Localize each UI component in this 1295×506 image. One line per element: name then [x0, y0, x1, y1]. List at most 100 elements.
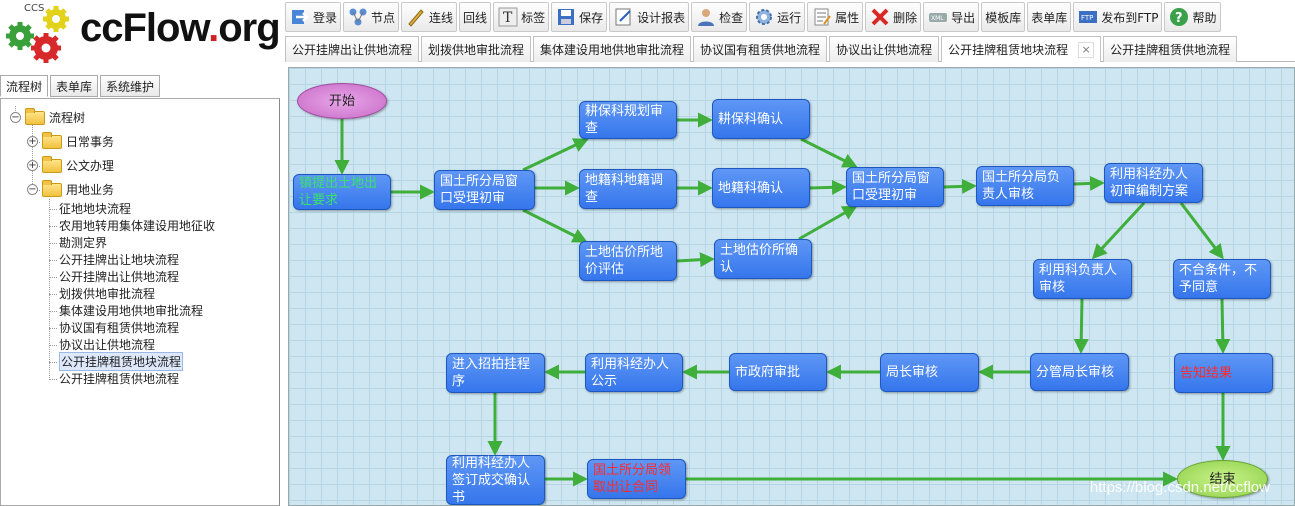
- flow-node-n4[interactable]: 耕保科确认: [712, 99, 810, 139]
- flow-edge-n11-n12[interactable]: [1091, 201, 1146, 260]
- flow-node-n14[interactable]: 分管局长审核: [1030, 353, 1129, 391]
- tree-leaf-label: 征地地块流程: [59, 202, 132, 216]
- flow-node-n10[interactable]: 国土所分局负责人审核: [976, 166, 1074, 206]
- expand-toggle-icon[interactable]: −: [10, 112, 21, 123]
- tree-leaf-label: 公开挂牌租赁供地流程: [59, 372, 180, 386]
- flow-edge-n10-n11[interactable]: [1073, 175, 1105, 191]
- document-tab[interactable]: 协议出让供地流程: [829, 36, 940, 62]
- document-tab[interactable]: 协议国有租赁供地流程: [693, 36, 828, 62]
- document-tab[interactable]: 公开挂牌租赁地块流程 ×: [941, 36, 1102, 62]
- toolbar-export-button[interactable]: XML 导出: [923, 2, 980, 32]
- tree-leaf-flow[interactable]: 农用地转用集体建设用地征收: [59, 217, 215, 234]
- document-tab[interactable]: 划拨供地审批流程: [421, 36, 532, 62]
- flow-edge-n12-n14[interactable]: [1073, 298, 1089, 354]
- flow-node-n20[interactable]: 利用科经办人签订成交确认书: [446, 455, 545, 505]
- flow-node-n9[interactable]: 国土所分局窗口受理初审: [846, 167, 944, 207]
- flow-node-n12[interactable]: 利用科负责人审核: [1033, 259, 1132, 299]
- flow-node-n3[interactable]: 耕保科规划审查: [579, 101, 677, 139]
- tree-root-node[interactable]: − 流程树: [10, 107, 85, 126]
- flow-edge-n2-n7[interactable]: [522, 208, 588, 243]
- tree-folder-node[interactable]: + 公文办理: [27, 155, 115, 174]
- left-tab[interactable]: 表单库: [50, 75, 99, 97]
- flow-node-n21[interactable]: 国土所分局领取出让合同: [587, 459, 686, 499]
- node-icon: [347, 6, 369, 28]
- flow-node-n6[interactable]: 地籍科确认: [712, 168, 810, 208]
- toolbar-button-label: 发布到FTP: [1101, 10, 1159, 25]
- tree-leaf-label: 公开挂牌出让地块流程: [59, 253, 180, 267]
- flow-node-n18[interactable]: 利用科经办人公示: [585, 353, 683, 392]
- flow-edge-n8-n9[interactable]: [798, 205, 858, 241]
- document-tab-label: 公开挂牌出让供地流程: [292, 43, 413, 57]
- flow-edge-n2-n3[interactable]: [522, 138, 589, 172]
- tree-leaf-label: 协议国有租赁供地流程: [59, 321, 180, 335]
- left-tab[interactable]: 系统维护: [100, 75, 161, 97]
- tree-node-label: 日常事务: [66, 135, 115, 149]
- expand-toggle-icon[interactable]: +: [27, 136, 38, 147]
- flow-node-n17[interactable]: 市政府审批: [729, 353, 827, 391]
- flow-edge-n7-n8[interactable]: [676, 252, 715, 268]
- folder-icon: [42, 179, 62, 197]
- document-tab[interactable]: 公开挂牌租赁供地流程: [1103, 36, 1238, 62]
- tree-leaf-flow[interactable]: 公开挂牌出让地块流程: [59, 251, 179, 268]
- flow-edge-n11-n13[interactable]: [1179, 202, 1224, 260]
- toolbar-back-button[interactable]: 回线: [459, 2, 492, 32]
- toolbar-save-button[interactable]: 保存: [551, 2, 608, 32]
- toolbar-ftp-button[interactable]: FTP 发布到FTP: [1073, 2, 1163, 32]
- text-label-icon: T: [497, 6, 519, 28]
- toolbar-tmpl-button[interactable]: 模板库: [981, 2, 1026, 32]
- flow-node-n1[interactable]: 镇提出土地出让要求: [293, 174, 391, 210]
- pencil-line-icon: [405, 6, 427, 28]
- toolbar-design-button[interactable]: 设计报表: [609, 2, 690, 32]
- tree-leaf-flow[interactable]: 集体建设用地供地审批流程: [59, 302, 203, 319]
- toolbar-login-button[interactable]: 登录: [285, 2, 342, 32]
- flow-node-n13[interactable]: 不合条件，不予同意: [1173, 259, 1271, 299]
- toolbar-node-button[interactable]: 节点: [343, 2, 400, 32]
- flow-node-start[interactable]: 开始: [297, 83, 387, 119]
- tree-folder-node[interactable]: − 用地业务: [27, 179, 114, 198]
- flow-edge-n6-n9[interactable]: [809, 179, 847, 195]
- document-tabs: 公开挂牌出让供地流程 划拨供地审批流程 集体建设用地供地审批流程 协议国有租赁供地流程…: [285, 36, 1295, 62]
- toolbar-line-button[interactable]: 连线: [401, 2, 458, 32]
- flow-node-n19[interactable]: 进入招拍挂程序: [446, 353, 545, 393]
- flow-node-n7[interactable]: 土地估价所地价评估: [579, 241, 677, 281]
- toolbar-run-button[interactable]: 运行: [749, 2, 806, 32]
- save-disk-icon: [555, 6, 577, 28]
- tree-folder-node[interactable]: + 日常事务: [27, 131, 115, 150]
- tree-node-label: 公文办理: [66, 159, 115, 173]
- toolbar-label-button[interactable]: T 标签: [493, 2, 550, 32]
- toolbar-help-button[interactable]: ? 帮助: [1164, 2, 1221, 32]
- flow-node-n5[interactable]: 地籍科地籍调查: [579, 169, 677, 209]
- tree-leaf-flow[interactable]: 划拨供地审批流程: [59, 285, 155, 302]
- document-tab[interactable]: 集体建设用地供地审批流程: [533, 36, 692, 62]
- flow-node-n8[interactable]: 土地估价所确认: [714, 239, 812, 279]
- flow-design-canvas[interactable]: 开始镇提出土地出让要求 国土所分局窗口受理初审 耕保科规划审查 耕保科确认 地籍科地籍调…: [288, 67, 1295, 506]
- toolbar-prop-button[interactable]: 属性: [807, 2, 864, 32]
- toolbar-button-label: 检查: [719, 10, 744, 25]
- flow-edge-n9-n10[interactable]: [943, 178, 977, 194]
- document-tab[interactable]: 公开挂牌出让供地流程: [285, 36, 420, 62]
- flow-node-n2[interactable]: 国土所分局窗口受理初审: [434, 170, 535, 210]
- toolbar-button-label: 表单库: [1031, 10, 1068, 25]
- tree-leaf-flow[interactable]: 协议出让供地流程: [59, 336, 155, 353]
- tree-leaf-flow[interactable]: 公开挂牌租赁供地流程: [59, 370, 179, 387]
- left-tab[interactable]: 流程树: [0, 75, 49, 97]
- flow-edge-n13-n15[interactable]: [1215, 298, 1231, 354]
- expand-toggle-icon[interactable]: +: [27, 160, 38, 171]
- ccflow-logo: CCS ccFlow.org: [0, 0, 283, 68]
- flow-node-n15[interactable]: 告知结果: [1174, 353, 1273, 393]
- toolbar-check-button[interactable]: 检查: [691, 2, 748, 32]
- flow-node-n11[interactable]: 利用科经办人初审编制方案: [1104, 163, 1203, 203]
- tree-leaf-flow[interactable]: 勘测定界: [59, 234, 107, 251]
- tree-leaf-flow[interactable]: 公开挂牌租赁地块流程: [59, 352, 184, 371]
- tree-leaf-label: 协议出让供地流程: [59, 338, 156, 352]
- expand-toggle-icon[interactable]: −: [27, 184, 38, 195]
- toolbar-formlib-button[interactable]: 表单库: [1027, 2, 1072, 32]
- tree-leaf-flow[interactable]: 公开挂牌出让供地流程: [59, 268, 179, 285]
- document-tab-label: 公开挂牌租赁地块流程: [948, 43, 1069, 57]
- close-tab-icon[interactable]: ×: [1078, 41, 1095, 58]
- flow-edge-n4-n9[interactable]: [800, 137, 858, 168]
- toolbar-delete-button[interactable]: 删除: [865, 2, 922, 32]
- tree-leaf-flow[interactable]: 协议国有租赁供地流程: [59, 319, 179, 336]
- tree-leaf-flow[interactable]: 征地地块流程: [59, 200, 131, 217]
- flow-node-n16[interactable]: 局长审核: [880, 353, 979, 392]
